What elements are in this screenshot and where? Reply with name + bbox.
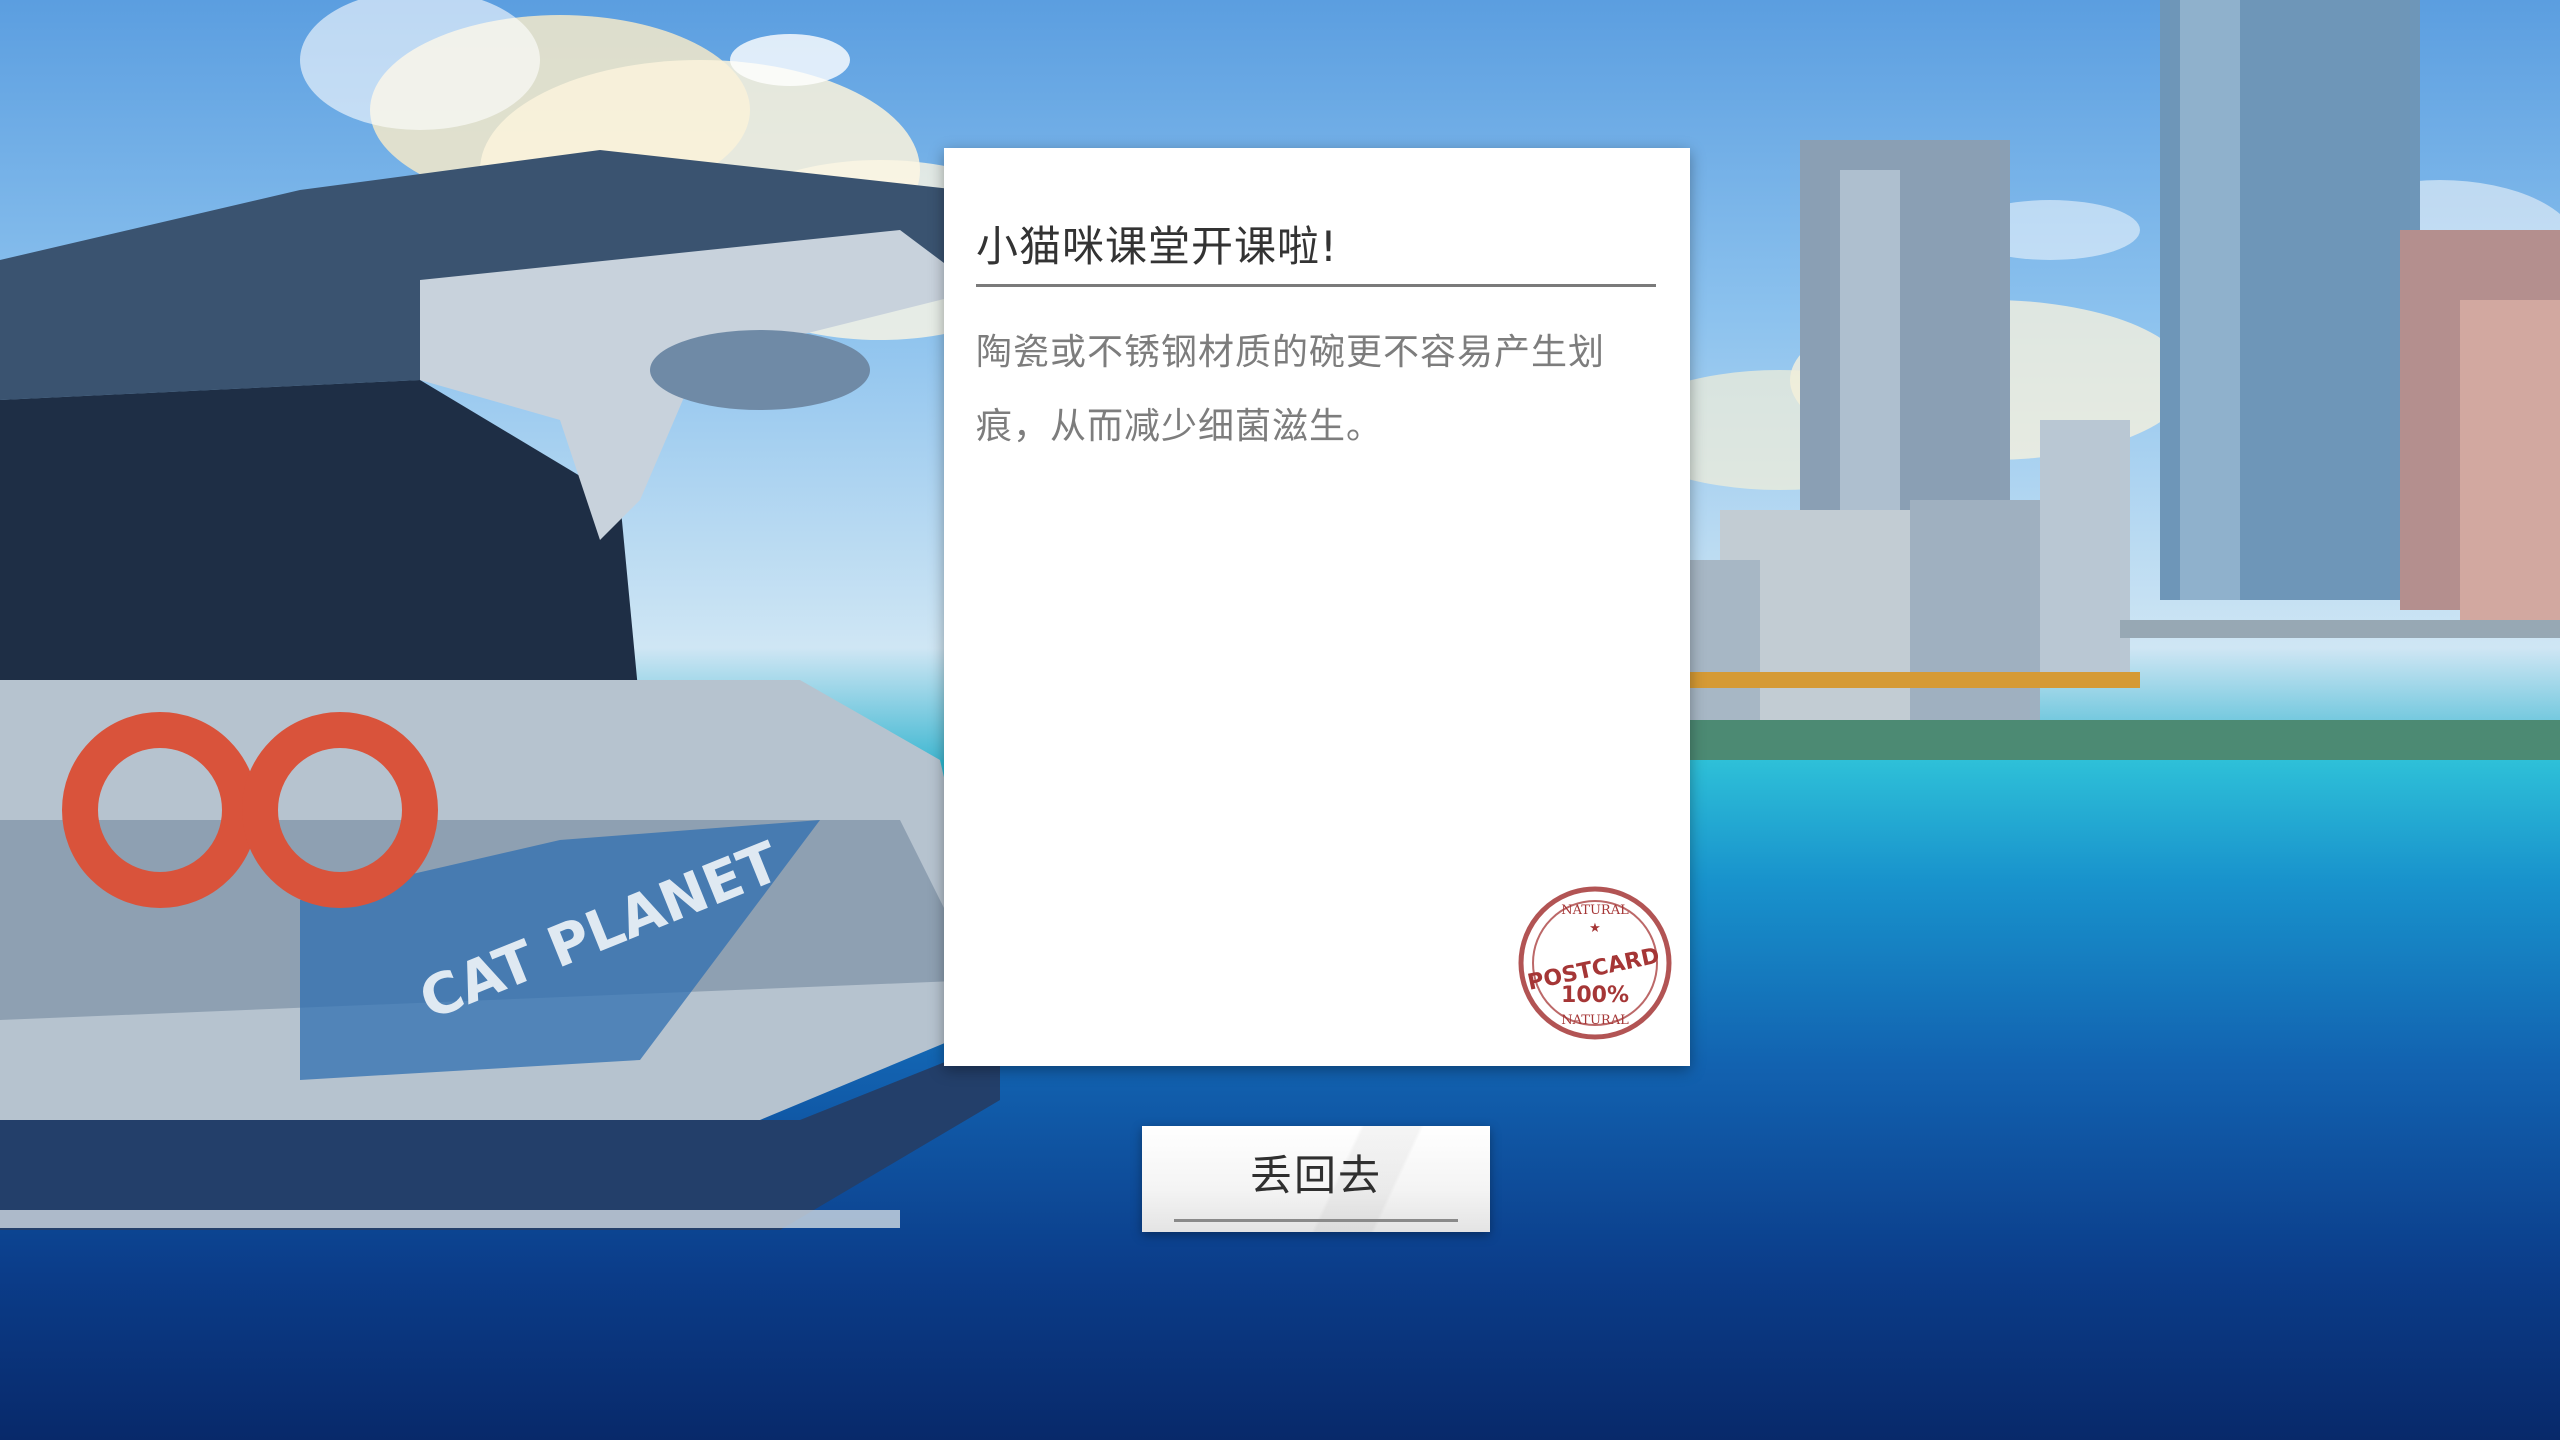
- svg-text:100%: 100%: [1561, 983, 1629, 1008]
- postcard-stamp: NATURAL ★ POSTCARD 100% NATURAL: [1518, 886, 1672, 1040]
- throw-back-button[interactable]: 丢回去: [1142, 1126, 1490, 1232]
- game-scene: CAT PLANET 小猫咪课堂开课啦! 陶瓷或不锈钢材质的碗更不容易产生划痕，…: [0, 0, 2560, 1440]
- svg-text:NATURAL: NATURAL: [1561, 1013, 1629, 1028]
- postcard-body: 陶瓷或不锈钢材质的碗更不容易产生划痕，从而减少细菌滋生。: [976, 332, 1606, 447]
- svg-text:★: ★: [1589, 921, 1601, 936]
- throw-back-button-label: 丢回去: [1249, 1151, 1382, 1200]
- svg-text:NATURAL: NATURAL: [1561, 903, 1629, 918]
- postcard-title: 小猫咪课堂开课啦!: [976, 218, 1656, 287]
- postcard: 小猫咪课堂开课啦! 陶瓷或不锈钢材质的碗更不容易产生划痕，从而减少细菌滋生。 N…: [944, 148, 1690, 1066]
- city-skyline: [1640, 0, 2560, 760]
- button-underline: [1174, 1219, 1458, 1222]
